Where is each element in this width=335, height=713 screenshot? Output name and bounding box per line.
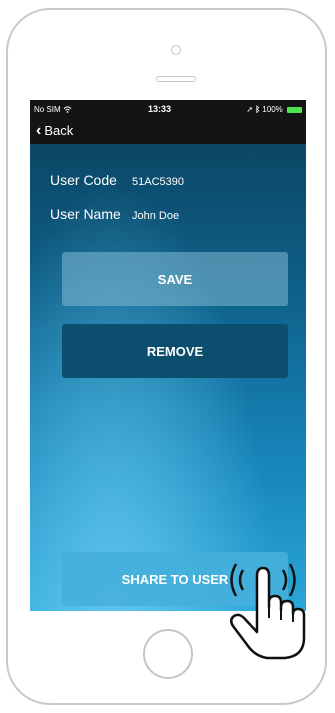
carrier-status: No SIM: [34, 105, 72, 114]
navigation-bar: ‹ Back: [30, 118, 306, 144]
status-bar: No SIM 13:33 ➚ ᛒ 100%: [30, 100, 306, 118]
user-code-label: User Code: [50, 172, 117, 188]
right-status-group: ➚ ᛒ 100%: [246, 105, 302, 114]
tapping-hand-icon: [230, 563, 306, 660]
back-chevron-icon: ‹: [36, 121, 42, 139]
home-button[interactable]: [143, 629, 193, 679]
save-button[interactable]: SAVE: [62, 252, 288, 306]
back-button[interactable]: ‹ Back: [36, 121, 74, 139]
battery-icon: [287, 106, 302, 113]
user-name-value: John Doe: [132, 210, 180, 222]
remove-button[interactable]: REMOVE: [62, 324, 288, 378]
back-label: Back: [44, 123, 74, 138]
user-code-value: 51AC5390: [132, 176, 184, 188]
status-time: 13:33: [148, 104, 172, 114]
wifi-icon: [63, 105, 72, 114]
front-camera: [171, 45, 181, 55]
location-arrow-icon: ➚: [246, 105, 254, 114]
app-screen: No SIM 13:33 ➚ ᛒ 100% ‹ Back User Code 5…: [30, 100, 306, 611]
user-name-row: User Name John Doe: [50, 206, 179, 222]
carrier-label: No SIM: [34, 105, 61, 114]
user-name-label: User Name: [50, 206, 121, 222]
user-code-row: User Code 51AC5390: [50, 172, 184, 188]
bluetooth-icon: ᛒ: [255, 105, 261, 114]
earpiece-speaker: [156, 76, 196, 82]
battery-percent: 100%: [262, 105, 283, 114]
